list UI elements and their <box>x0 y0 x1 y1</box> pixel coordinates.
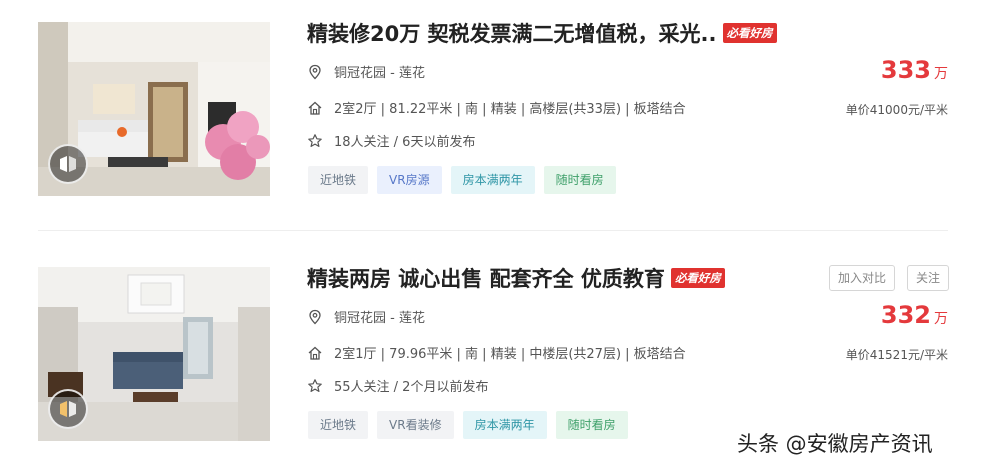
tag-near-subway: 近地铁 <box>308 411 369 439</box>
house-icon <box>307 345 323 361</box>
total-price-value: 332 <box>880 301 931 329</box>
watermark-text: 头条 @安徽房产资讯 <box>737 432 933 456</box>
house-info-text: 2室1厅 | 79.96平米 | 南 | 精装 | 中楼层(共27层) | 板塔… <box>334 347 686 362</box>
follow-info-text: 18人关注 / 6天以前发布 <box>334 135 476 150</box>
tag-deed-two-years: 房本满两年 <box>462 411 547 439</box>
house-info-text: 2室2厅 | 81.22平米 | 南 | 精装 | 高楼层(共33层) | 板塔… <box>334 102 686 117</box>
follow-button[interactable]: 关注 <box>907 265 950 291</box>
tag-deed-two-years: 房本满两年 <box>450 166 535 194</box>
house-icon <box>307 100 323 116</box>
total-price-value: 333 <box>880 56 931 84</box>
total-price-unit: 万 <box>934 66 948 82</box>
unit-price: 单价41000元/平米 <box>845 103 948 117</box>
location-pin-icon <box>307 309 323 325</box>
tag-view-anytime: 随时看房 <box>543 166 616 194</box>
tag-view-anytime: 随时看房 <box>555 411 628 439</box>
tag-vr-decoration: VR看装修 <box>377 411 454 439</box>
listing-title[interactable]: 精装修20万 契税发票满二无增值税，采光.. <box>307 18 717 48</box>
add-to-compare-button[interactable]: 加入对比 <box>829 265 896 291</box>
listing-title[interactable]: 精装两房 诚心出售 配套齐全 优质教育 <box>307 263 665 293</box>
total-price: 333 万 <box>881 56 948 84</box>
total-price-unit: 万 <box>934 311 948 327</box>
total-price: 332 万 <box>881 301 948 329</box>
follow-info-text: 55人关注 / 2个月以前发布 <box>334 380 489 395</box>
must-see-badge: 必看好房 <box>670 268 725 288</box>
star-icon <box>307 133 323 149</box>
vr-icon[interactable] <box>48 144 88 184</box>
listing-item[interactable]: 精装两房 诚心出售 配套齐全 优质教育 必看好房 加入对比 关注 铜冠花园 - … <box>0 245 981 445</box>
location-text[interactable]: 铜冠花园 - 莲花 <box>334 307 425 326</box>
location-text[interactable]: 铜冠花园 - 莲花 <box>334 62 425 81</box>
must-see-badge: 必看好房 <box>722 23 777 43</box>
tag-near-subway: 近地铁 <box>308 166 369 194</box>
unit-price: 单价41521元/平米 <box>845 348 948 362</box>
location-pin-icon <box>307 64 323 80</box>
vr-icon[interactable] <box>48 389 88 429</box>
star-icon <box>307 378 323 394</box>
listing-divider <box>38 230 948 231</box>
listing-item[interactable]: 精装修20万 契税发票满二无增值税，采光.. 必看好房 铜冠花园 - 莲花 2室… <box>0 0 981 200</box>
tag-vr: VR房源 <box>377 166 442 194</box>
listing-photo[interactable] <box>38 267 270 441</box>
listing-photo[interactable] <box>38 22 270 196</box>
